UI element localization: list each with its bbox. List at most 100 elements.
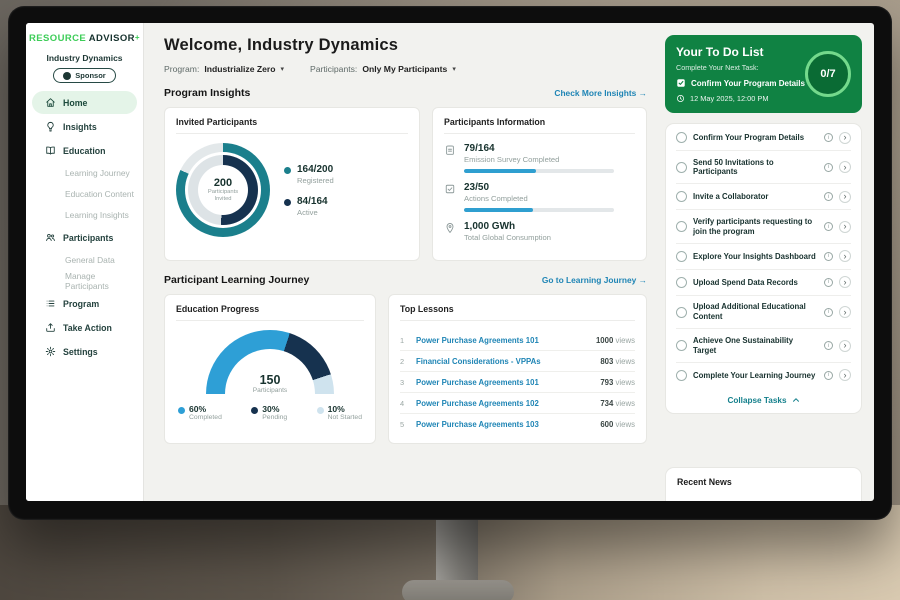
program-insights-section-header: Program Insights Check More Insights → [164,87,647,99]
task-label: Upload Additional Educational Content [693,302,818,321]
task-row-complete-learning-journey[interactable]: Complete Your Learning Journey i › [676,363,851,388]
task-row-upload-spend-data[interactable]: Upload Spend Data Records i › [676,270,851,296]
sponsor-label: Sponsor [75,71,105,80]
book-icon [45,145,56,156]
legend-item-completed: 60% Completed [178,404,222,421]
task-row-upload-educational-content[interactable]: Upload Additional Educational Content i … [676,296,851,329]
chevron-right-icon[interactable]: › [839,191,851,203]
info-icon[interactable]: i [824,341,833,350]
legend-dot [284,167,291,174]
sidebar-item-learning-journey[interactable]: Learning Journey [32,163,137,183]
info-icon[interactable]: i [824,192,833,201]
legend-dot [178,407,185,414]
card-title: Top Lessons [400,304,635,321]
metric-label: Emission Survey Completed [464,155,614,164]
task-row-invite-collaborator[interactable]: Invite a Collaborator i › [676,184,851,210]
sidebar-item-label: Participants [63,233,113,243]
task-row-send-invitations[interactable]: Send 50 Invitations to Participants i › [676,151,851,184]
sidebar-item-participants[interactable]: Participants [32,226,137,249]
info-icon[interactable]: i [824,308,833,317]
chevron-right-icon[interactable]: › [839,221,851,233]
dashboard-screen: RESOURCE ADVISOR+ Industry Dynamics Spon… [26,23,874,501]
chevron-right-icon[interactable]: › [839,132,851,144]
lesson-row: 5 Power Purchase Agreements 103 600 view… [400,414,635,434]
participants-select[interactable]: Participants: Only My Participants ▾ [310,64,456,74]
legend-item-registered: 164/200 Registered [284,164,334,185]
go-to-learning-journey-link[interactable]: Go to Learning Journey → [542,275,647,285]
chevron-right-icon[interactable]: › [839,161,851,173]
check-more-insights-link[interactable]: Check More Insights → [554,88,647,98]
sidebar-nav: Home Insights Education Learning Journey… [26,91,143,363]
sidebar-item-education-content[interactable]: Education Content [32,184,137,204]
program-select[interactable]: Program: Industrialize Zero ▾ [164,64,284,74]
page-title: Welcome, Industry Dynamics [164,36,647,55]
chevron-right-icon[interactable]: › [839,340,851,352]
task-checkbox[interactable] [676,132,687,143]
task-checkbox[interactable] [676,221,687,232]
metric-label: Actions Completed [464,194,614,203]
task-checkbox[interactable] [676,191,687,202]
chevron-right-icon[interactable]: › [839,369,851,381]
task-checkbox[interactable] [676,251,687,262]
collapse-label: Collapse Tasks [727,396,786,405]
metric-value: 23/50 [464,182,614,193]
sidebar-item-program[interactable]: Program [32,292,137,315]
collapse-tasks-button[interactable]: Collapse Tasks [676,388,851,412]
lesson-link[interactable]: Financial Considerations - VPPAs [416,357,592,366]
sidebar-item-insights[interactable]: Insights [32,115,137,138]
sidebar-item-education[interactable]: Education [32,139,137,162]
legend-label: Completed [189,414,222,421]
legend-item-not-started: 10% Not Started [317,404,362,421]
task-checkbox[interactable] [676,370,687,381]
info-icon[interactable]: i [824,278,833,287]
lesson-rank: 2 [400,357,408,366]
logo-plus: + [135,33,140,42]
info-icon[interactable]: i [824,133,833,142]
sidebar-item-settings[interactable]: Settings [32,340,137,363]
sidebar-item-label: Learning Insights [65,210,129,220]
legend-value: 10% [328,404,362,414]
task-checkbox[interactable] [676,340,687,351]
task-row-explore-insights[interactable]: Explore Your Insights Dashboard i › [676,244,851,270]
info-icon[interactable]: i [824,222,833,231]
lesson-link[interactable]: Power Purchase Agreements 102 [416,399,592,408]
monitor-stand-base [402,580,514,600]
legend-label: Active [297,208,328,217]
info-icon[interactable]: i [824,252,833,261]
sidebar-item-label: Take Action [63,323,112,333]
sidebar-item-manage-participants[interactable]: Manage Participants [32,271,137,291]
lesson-row: 4 Power Purchase Agreements 102 734 view… [400,393,635,414]
chevron-right-icon[interactable]: › [839,306,851,318]
sidebar-item-take-action[interactable]: Take Action [32,316,137,339]
chevron-up-icon [792,396,800,404]
sidebar-item-label: Learning Journey [65,168,130,178]
task-row-verify-participants[interactable]: Verify participants requesting to join t… [676,210,851,243]
legend-value: 164/200 [297,164,334,175]
legend-value: 60% [189,404,222,414]
chevron-right-icon[interactable]: › [839,250,851,262]
sidebar-item-home[interactable]: Home [32,91,137,114]
task-checkbox[interactable] [676,307,687,318]
chevron-right-icon[interactable]: › [839,276,851,288]
lesson-views-suffix: views [616,399,636,408]
education-progress-card: Education Progress 150 Participants 60% [164,294,376,444]
task-row-achieve-target[interactable]: Achieve One Sustainability Target i › [676,329,851,362]
task-checkbox[interactable] [676,277,687,288]
task-row-confirm-program[interactable]: Confirm Your Program Details i › [676,125,851,151]
info-icon[interactable]: i [824,163,833,172]
arrow-right-icon: → [639,275,647,285]
info-icon[interactable]: i [824,371,833,380]
task-checkbox[interactable] [676,162,687,173]
section-title: Participant Learning Journey [164,274,309,286]
lightbulb-icon [45,121,56,132]
lesson-views-suffix: views [616,378,636,387]
lesson-views-value: 803 [600,357,613,366]
home-icon [45,97,56,108]
sidebar: RESOURCE ADVISOR+ Industry Dynamics Spon… [26,23,144,501]
sidebar-item-learning-insights[interactable]: Learning Insights [32,205,137,225]
lesson-link[interactable]: Power Purchase Agreements 103 [416,420,592,429]
lesson-link[interactable]: Power Purchase Agreements 101 [416,336,588,345]
sidebar-item-general-data[interactable]: General Data [32,250,137,270]
sponsor-badge[interactable]: Sponsor [53,68,115,83]
lesson-link[interactable]: Power Purchase Agreements 101 [416,378,592,387]
